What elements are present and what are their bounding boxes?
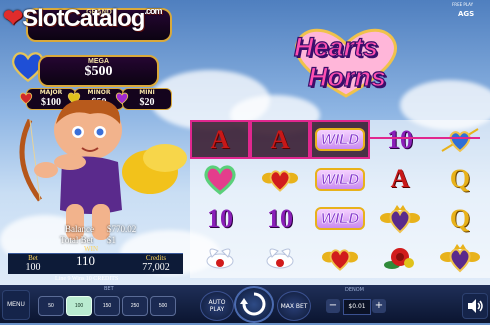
reel-cell: A [190,120,250,159]
reel-cell: WILD [310,160,370,199]
balance-value: $770.02 [107,224,137,234]
bet-label: BET [104,286,114,292]
free-play-label: FREE PLAY [452,2,474,7]
credits-value: 77,002 [142,262,170,273]
reel-grid: A 10 A 10 WILD WILD WILD 10 A Q Q [190,120,490,278]
watermark-logo: ❤SlotCatalog.com [3,4,162,33]
menu-button[interactable]: MENU [2,290,30,320]
title-line2: Horns [307,61,387,92]
credits-label: Credits [145,254,167,262]
bet-display: Bet 100 [16,254,50,274]
reel-cell [310,239,370,278]
win-label: WIN [84,245,98,253]
reel-cell: Q [430,160,490,199]
reel-cell [430,120,490,159]
symbol-wild: WILD [314,207,366,230]
reel-cell: Q [430,199,490,238]
bet-option-100[interactable]: 100 [66,296,92,316]
title-line1: Hearts [293,31,379,62]
bet-option-500[interactable]: 500 [150,296,176,316]
reel-cell [370,199,430,238]
denom-decrease-button[interactable]: − [326,299,340,313]
total-bet-label: Total Bet [60,235,94,245]
payline [370,137,480,139]
denom-label: DENOM [345,287,364,293]
reel-cell [370,239,430,278]
mini-jackpot-label: MINI [139,89,155,96]
reel-cell: A [370,160,430,199]
winged-heart-icon [262,170,298,192]
watermark-heart-icon: ❤ [3,5,23,32]
rainbow-heart-icon [204,165,236,195]
denom-increase-button[interactable]: + [372,299,386,313]
balance-label: Balance [65,224,94,234]
spin-icon [240,292,266,316]
line-win-info: Line 9 Wins 10 CREDITS [55,276,119,282]
reel-cell [250,160,310,199]
reel-cell: 10 [190,199,250,238]
sound-button[interactable] [462,293,488,319]
reel-cell: A [250,120,310,159]
dove-icon [206,248,234,269]
symbol-a: A [210,124,230,154]
cupid-character [19,100,187,240]
provider-logo: AGS [458,10,475,18]
win-value: 110 [76,253,96,268]
crown-heart-icon [380,204,420,233]
max-bet-button[interactable]: MAX BET [277,291,311,321]
rose-icon [384,248,414,269]
denom-value: $0.01 [343,299,371,315]
symbol-wild: WILD [314,167,366,191]
symbol-a: A [270,124,290,154]
total-bet-value: $1 [107,235,116,245]
win-bar: Bet 100 Credits 77,002 [8,253,183,274]
game-title: Hearts Horns [286,26,406,98]
bet-option-150[interactable]: 150 [94,296,120,316]
bet-display-value: 100 [25,262,41,273]
arrow-heart-icon [441,127,479,152]
symbol-a: A [390,164,410,193]
speaker-icon [468,299,483,313]
mega-value: $500 [84,64,113,79]
bet-option-250[interactable]: 250 [122,296,148,316]
winged-heart-icon [322,249,358,271]
bet-option-50[interactable]: 50 [38,296,64,316]
reel-cell: 10 [370,120,430,159]
reel-cell: WILD [310,199,370,238]
symbol-10: 10 [387,124,413,154]
reel-cell [190,160,250,199]
symbol-q: Q [449,164,471,193]
reel-cell [250,239,310,278]
symbol-10: 10 [207,203,233,233]
reel-cell [190,239,250,278]
watermark-suffix: .com [144,6,162,16]
symbol-wild: WILD [314,128,366,151]
spin-button[interactable] [234,286,274,323]
reel-cell: WILD [310,120,370,159]
symbol-q: Q [449,203,471,233]
bet-display-label: Bet [28,254,38,262]
auto-play-button[interactable]: AUTO PLAY [200,291,234,321]
symbol-10: 10 [267,203,293,233]
crown-heart-icon [440,244,480,273]
dove-icon [266,248,294,269]
mega-jackpot: MEGA $500 [38,55,159,87]
credits-display: Credits 77,002 [133,254,179,274]
watermark-brand: SlotCatalog [22,5,145,32]
reel-cell: 10 [250,199,310,238]
reel-cell [430,239,490,278]
